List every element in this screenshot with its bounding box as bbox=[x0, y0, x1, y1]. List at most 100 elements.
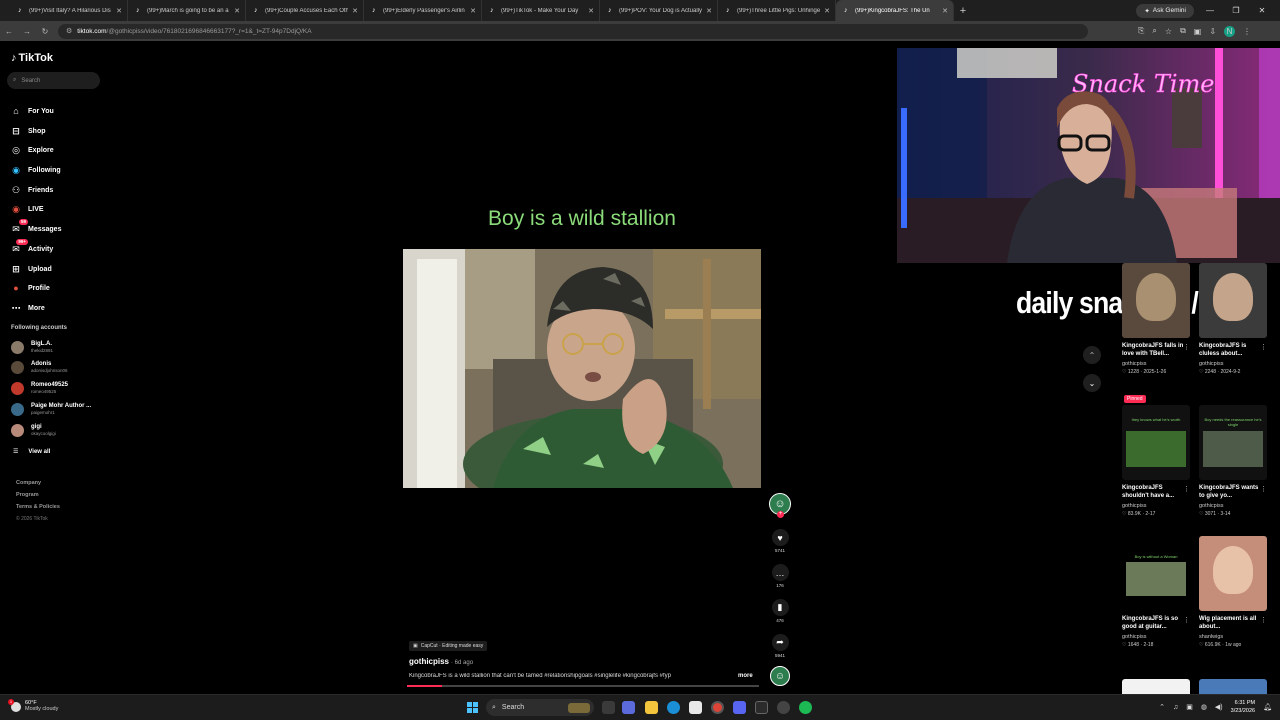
volume-icon[interactable]: ◀) bbox=[1215, 703, 1223, 711]
video-thumbnail[interactable] bbox=[1122, 679, 1190, 694]
sidebar-item-explore[interactable]: ◎ Explore bbox=[10, 143, 54, 157]
notification-bell-icon[interactable]: 🔔︎ bbox=[1263, 703, 1272, 711]
taskbar-search[interactable]: ⌕ Search bbox=[486, 699, 594, 716]
sidebar-item-profile[interactable]: ● Profile bbox=[10, 281, 50, 295]
close-tab-icon[interactable]: ✕ bbox=[234, 7, 240, 15]
sidepanel-icon[interactable]: ▣ bbox=[1194, 27, 1202, 36]
kebab-menu-icon[interactable]: ⋮ bbox=[1183, 343, 1190, 351]
video-thumbnail[interactable] bbox=[1122, 263, 1190, 338]
url-field[interactable]: ⚙ tiktok.com/@gothicpiss/video/761802169… bbox=[58, 23, 1088, 39]
sidebar-item-shop[interactable]: ⊟ Shop bbox=[10, 124, 45, 138]
close-tab-icon[interactable]: ✕ bbox=[942, 7, 948, 15]
profile-avatar[interactable]: N bbox=[1224, 25, 1236, 37]
video-thumbnail[interactable]: they knows what he's worth bbox=[1122, 405, 1190, 480]
sidebar-item-following[interactable]: ◉ Following bbox=[10, 163, 61, 177]
menu-kebab-icon[interactable]: ⋮ bbox=[1243, 27, 1251, 36]
creator-avatar-action[interactable]: ☺ + bbox=[765, 493, 795, 518]
more-link[interactable]: more bbox=[738, 673, 753, 679]
video-title[interactable]: KingcobraJFS is cluless about... bbox=[1199, 342, 1265, 358]
related-video-card[interactable]: Boy is without a Woman ⋮ KingcobraJFS is s… bbox=[1122, 536, 1192, 648]
maximize-button[interactable]: ❐ bbox=[1226, 6, 1246, 15]
previous-video-button[interactable]: ⌃ bbox=[1083, 346, 1101, 364]
close-window-button[interactable]: ✕ bbox=[1252, 6, 1272, 15]
video-title[interactable]: Wig placement is all about... bbox=[1199, 615, 1265, 631]
kebab-menu-icon[interactable]: ⋮ bbox=[1183, 485, 1190, 493]
kebab-menu-icon[interactable]: ⋮ bbox=[1260, 616, 1267, 624]
video-author[interactable]: gothicpiss bbox=[1199, 503, 1269, 509]
following-account[interactable]: gigi okaycoolgigi bbox=[11, 424, 56, 437]
zoom-icon[interactable]: ⌕ bbox=[1152, 26, 1156, 36]
sidebar-item-upload[interactable]: ⊞ Upload bbox=[10, 262, 52, 276]
task-view-icon[interactable] bbox=[602, 701, 615, 714]
chrome-icon[interactable] bbox=[711, 701, 724, 714]
following-account[interactable]: Adonis adonisdjohnson06 bbox=[11, 361, 68, 374]
sidebar-item-for-you[interactable]: ⌂ For You bbox=[10, 104, 54, 118]
video-thumbnail[interactable]: Boy needs the reassurance he's single bbox=[1199, 405, 1267, 480]
video-author[interactable]: gothicpiss bbox=[1122, 634, 1192, 640]
close-tab-icon[interactable]: ✕ bbox=[352, 7, 358, 15]
ask-gemini-button[interactable]: ✦ Ask Gemini bbox=[1136, 3, 1194, 18]
video-author[interactable]: gothicpiss bbox=[1122, 361, 1192, 367]
sidebar-item-friends[interactable]: ⚇ Friends bbox=[10, 183, 53, 197]
comment-action[interactable]: … 176 bbox=[765, 564, 795, 588]
video-thumbnail[interactable]: Boy is without a Woman bbox=[1122, 536, 1190, 611]
bookmark-star-icon[interactable]: ☆ bbox=[1165, 27, 1172, 36]
browser-tab[interactable]: ♪ (99+)KingcobraJFS: The Un ✕ bbox=[836, 0, 954, 21]
close-tab-icon[interactable]: ✕ bbox=[588, 7, 594, 15]
related-video-card[interactable]: ⋮ KingcobraJFS falls in love with TBell..… bbox=[1122, 263, 1192, 375]
video-thumbnail[interactable] bbox=[1199, 679, 1267, 694]
following-account[interactable]: Romeo49525 romeo49525 bbox=[11, 382, 68, 395]
tray-app-icon[interactable]: ▣ bbox=[1186, 703, 1193, 711]
author-name[interactable]: gothicpiss bbox=[409, 657, 449, 666]
video-title[interactable]: KingcobraJFS falls in love with TBell... bbox=[1122, 342, 1188, 358]
video-title[interactable]: KingcobraJFS wants to give yo... bbox=[1199, 484, 1265, 500]
weather-widget[interactable]: 1 60°F Mostly cloudy bbox=[8, 698, 58, 713]
kebab-menu-icon[interactable]: ⋮ bbox=[1183, 616, 1190, 624]
related-video-card[interactable]: ⋮ Wig placement is all about... shanlwigs ♡… bbox=[1199, 536, 1269, 648]
terminal-icon[interactable] bbox=[755, 701, 768, 714]
related-video-card[interactable]: they knows what he's worth ⋮ KingcobraJFS … bbox=[1122, 405, 1192, 517]
share-action[interactable]: ➦ 5941 bbox=[765, 634, 795, 658]
new-tab-button[interactable]: + bbox=[954, 0, 972, 21]
mic-icon[interactable]: ♫ bbox=[1173, 704, 1178, 711]
spotify-icon[interactable] bbox=[799, 701, 812, 714]
video-author[interactable]: gothicpiss · 6d ago bbox=[409, 657, 473, 666]
related-video-card[interactable]: ⋮ KingcobraJFS is cluless about... gothicp… bbox=[1199, 263, 1269, 375]
video-title[interactable]: KingcobraJFS is so good at guitar... bbox=[1122, 615, 1188, 631]
sound-disc-action[interactable]: ☺ bbox=[765, 666, 795, 686]
footer-company-link[interactable]: Company bbox=[16, 477, 60, 489]
close-tab-icon[interactable]: ✕ bbox=[824, 7, 830, 15]
close-tab-icon[interactable]: ✕ bbox=[116, 7, 122, 15]
save-action[interactable]: ▮ 476 bbox=[765, 599, 795, 623]
following-account[interactable]: BigL.A. thekid2891 bbox=[11, 341, 53, 354]
video-player[interactable] bbox=[403, 249, 761, 488]
related-video-card[interactable]: Boy needs the reassurance he's single ⋮ Ki… bbox=[1199, 405, 1269, 517]
browser-tab[interactable]: ♪ (99+)March is going to be an a ✕ bbox=[128, 0, 246, 21]
back-icon[interactable]: ← bbox=[0, 27, 18, 36]
creator-avatar[interactable]: ☺ + bbox=[769, 493, 791, 518]
downloads-icon[interactable]: ⇩ bbox=[1209, 27, 1216, 36]
video-thumbnail[interactable] bbox=[1199, 263, 1267, 338]
sidebar-item-activity[interactable]: ✉ 99+ Activity bbox=[10, 239, 53, 256]
follow-plus-icon[interactable]: + bbox=[777, 511, 784, 518]
install-app-icon[interactable]: ⎘ bbox=[1138, 26, 1144, 36]
video-author[interactable]: shanlwigs bbox=[1199, 634, 1269, 640]
obs-icon[interactable] bbox=[777, 701, 790, 714]
comment-icon[interactable]: … bbox=[771, 564, 789, 581]
tiktok-logo[interactable]: ♪ TikTok bbox=[11, 52, 53, 64]
sidebar-item-live[interactable]: ◉ LIVE bbox=[10, 202, 44, 216]
sound-disc-icon[interactable]: ☺ bbox=[770, 666, 790, 686]
video-author[interactable]: gothicpiss bbox=[1199, 361, 1269, 367]
footer-program-link[interactable]: Program bbox=[16, 489, 60, 501]
close-tab-icon[interactable]: ✕ bbox=[706, 7, 712, 15]
view-all-link[interactable]: ☰ View all bbox=[13, 448, 50, 456]
chevron-up-icon[interactable]: ⌃ bbox=[1159, 703, 1165, 711]
browser-tab[interactable]: ♪ (99+)Elderly Passenger's Airlin ✕ bbox=[364, 0, 482, 21]
extensions-icon[interactable]: ⧉ bbox=[1180, 26, 1186, 36]
close-tab-icon[interactable]: ✕ bbox=[470, 7, 476, 15]
kebab-menu-icon[interactable]: ⋮ bbox=[1260, 343, 1267, 351]
bookmark-icon[interactable]: ▮ bbox=[771, 599, 789, 616]
forward-icon[interactable]: → bbox=[18, 27, 36, 36]
video-thumbnail[interactable] bbox=[1199, 536, 1267, 611]
video-author[interactable]: gothicpiss bbox=[1122, 503, 1192, 509]
